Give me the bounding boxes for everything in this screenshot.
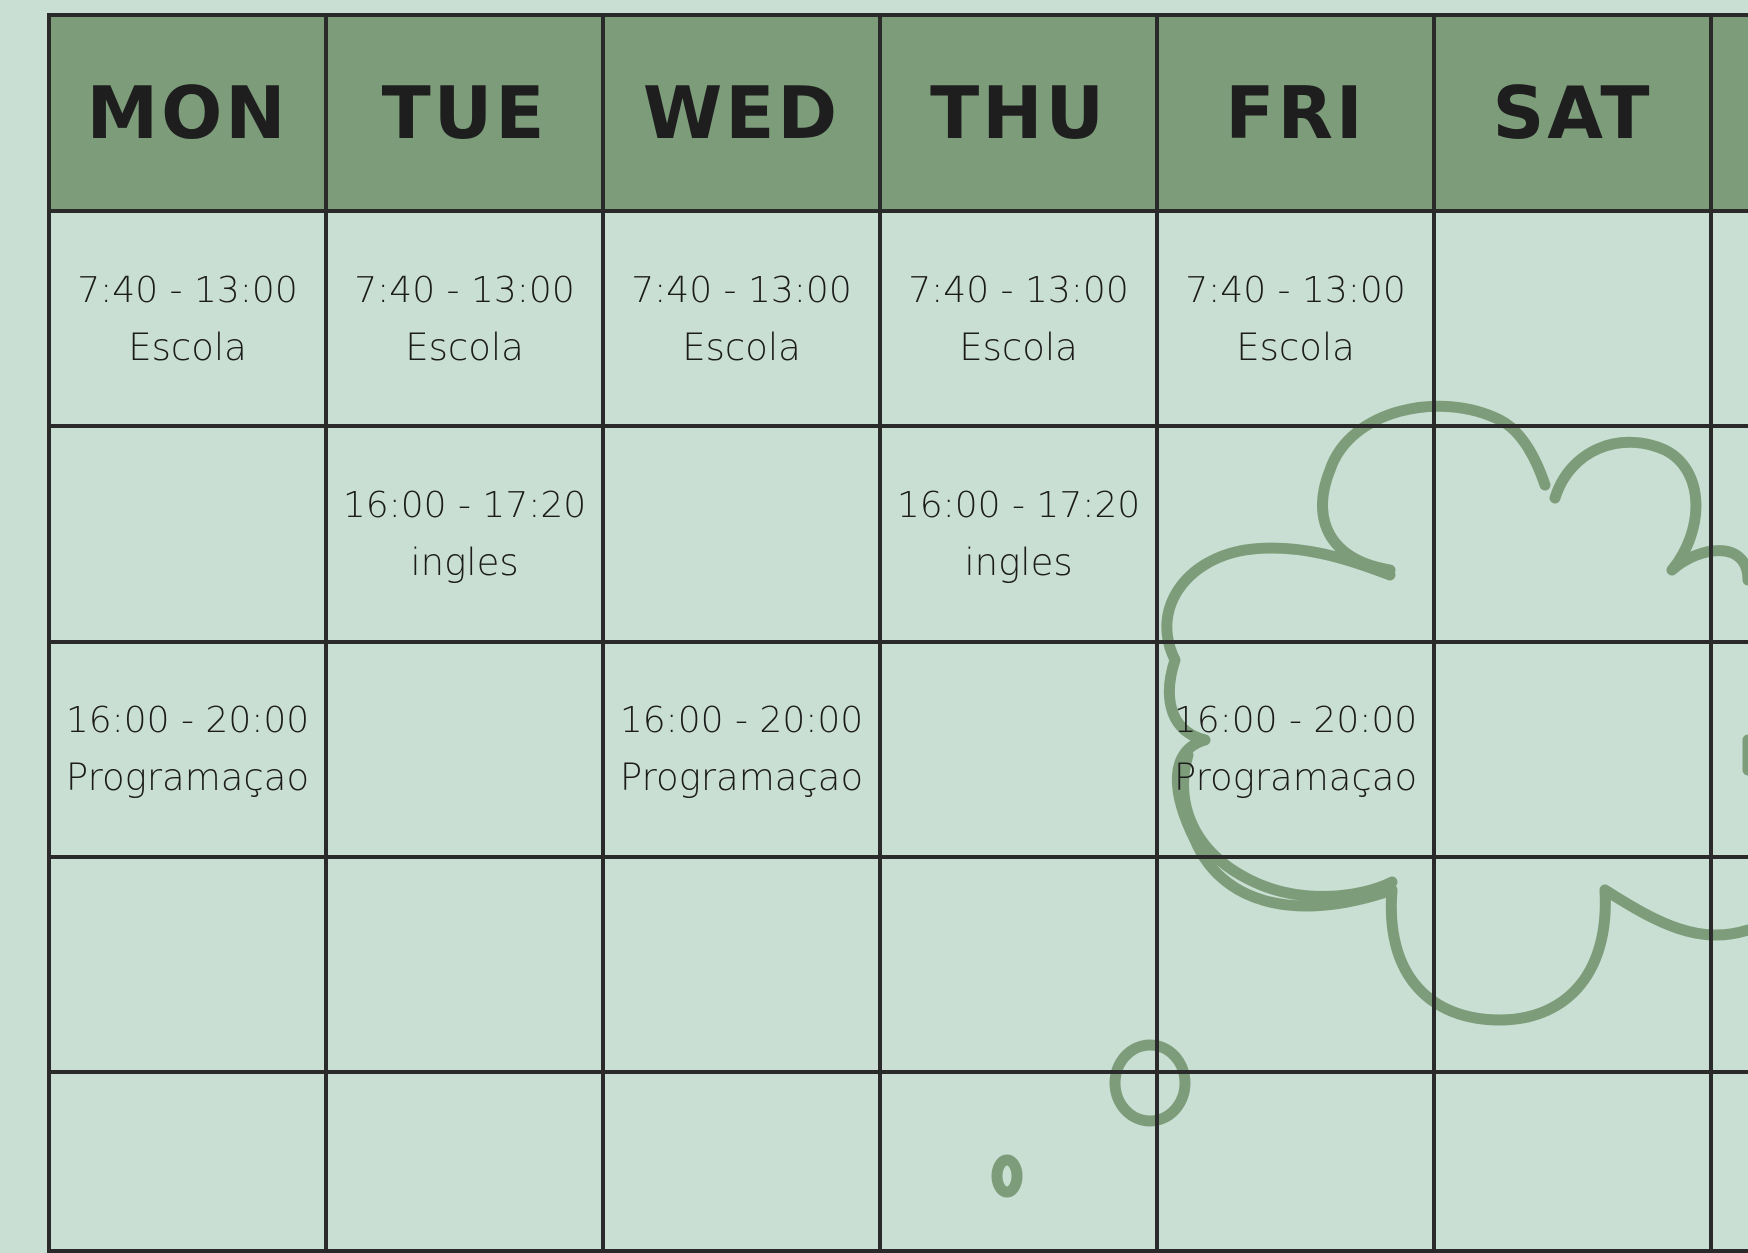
day-header-tue: TUE	[324, 13, 605, 213]
calendar-cell-overflow	[1709, 1070, 1748, 1253]
calendar-cell-sat[interactable]	[1432, 1070, 1713, 1253]
calendar-cell-sat[interactable]	[1432, 208, 1713, 429]
calendar-row: 16:00 - 20:00 Programaçao 16:00 - 20:00 Pro…	[47, 639, 1748, 859]
calendar-cell-thu[interactable]	[878, 854, 1159, 1075]
event-name: Escola	[128, 325, 247, 369]
calendar-cell-mon[interactable]	[47, 854, 328, 1075]
calendar-cell-overflow	[1709, 208, 1748, 429]
calendar-cell-fri[interactable]: 7:40 - 13:00 Escola	[1155, 208, 1436, 429]
event-name: Programaçao	[65, 756, 310, 800]
event-name: Programaçao	[619, 756, 864, 800]
calendar-cell-mon[interactable]: 7:40 - 13:00 Escola	[47, 208, 328, 429]
calendar-cell-overflow	[1709, 854, 1748, 1075]
event-time: 16:00 - 20:00	[1173, 700, 1418, 742]
calendar-cell-mon[interactable]	[47, 424, 328, 644]
calendar-cell-fri[interactable]	[1155, 424, 1436, 644]
calendar-cell-fri[interactable]	[1155, 1070, 1436, 1253]
calendar-cell-overflow	[1709, 424, 1748, 644]
calendar-cell-thu[interactable]	[878, 1070, 1159, 1253]
calendar-row: 7:40 - 13:00 Escola 7:40 - 13:00 Escola 7:40…	[47, 208, 1748, 429]
calendar-row	[47, 1070, 1748, 1253]
day-header-sat: SAT	[1432, 13, 1713, 213]
calendar-cell-mon[interactable]	[47, 1070, 328, 1253]
event-time: 7:40 - 13:00	[354, 269, 575, 311]
event-time: 16:00 - 20:00	[65, 700, 310, 742]
weekly-calendar: MON TUE WED THU FRI SAT 7:40 - 13:00 Esco…	[47, 13, 1748, 1253]
calendar-cell-sat[interactable]	[1432, 639, 1713, 859]
calendar-cell-wed[interactable]: 7:40 - 13:00 Escola	[601, 208, 882, 429]
event-name: Programaçao	[1173, 756, 1418, 800]
calendar-cell-tue[interactable]	[324, 639, 605, 859]
day-header-row: MON TUE WED THU FRI SAT	[47, 13, 1748, 213]
event-name: Escola	[682, 325, 801, 369]
day-header-wed: WED	[601, 13, 882, 213]
event-time: 7:40 - 13:00	[77, 269, 298, 311]
calendar-cell-wed[interactable]	[601, 424, 882, 644]
calendar-cell-tue[interactable]	[324, 1070, 605, 1253]
calendar-cell-fri[interactable]	[1155, 854, 1436, 1075]
event-name: Escola	[959, 325, 1078, 369]
event-name: ingles	[964, 540, 1073, 584]
calendar-cell-fri[interactable]: 16:00 - 20:00 Programaçao	[1155, 639, 1436, 859]
calendar-cell-wed[interactable]	[601, 854, 882, 1075]
calendar-cell-tue[interactable]: 16:00 - 17:20 ingles	[324, 424, 605, 644]
calendar-cell-tue[interactable]: 7:40 - 13:00 Escola	[324, 208, 605, 429]
day-header-overflow	[1709, 13, 1748, 213]
calendar-cell-wed[interactable]: 16:00 - 20:00 Programaçao	[601, 639, 882, 859]
calendar-cell-tue[interactable]	[324, 854, 605, 1075]
day-header-mon: MON	[47, 13, 328, 213]
calendar-cell-thu[interactable]: 16:00 - 17:20 ingles	[878, 424, 1159, 644]
calendar-row	[47, 854, 1748, 1075]
event-time: 16:00 - 20:00	[619, 700, 864, 742]
event-time: 16:00 - 17:20	[896, 484, 1141, 526]
calendar-row: 16:00 - 17:20 ingles 16:00 - 17:20 ingles	[47, 424, 1748, 644]
day-header-thu: THU	[878, 13, 1159, 213]
event-time: 7:40 - 13:00	[1185, 269, 1406, 311]
event-time: 7:40 - 13:00	[908, 269, 1129, 311]
event-time: 7:40 - 13:00	[631, 269, 852, 311]
calendar-cell-thu[interactable]: 7:40 - 13:00 Escola	[878, 208, 1159, 429]
event-name: ingles	[410, 540, 519, 584]
day-header-fri: FRI	[1155, 13, 1436, 213]
event-time: 16:00 - 17:20	[342, 484, 587, 526]
calendar-cell-overflow	[1709, 639, 1748, 859]
calendar-cell-thu[interactable]	[878, 639, 1159, 859]
event-name: Escola	[405, 325, 524, 369]
calendar-cell-sat[interactable]	[1432, 424, 1713, 644]
event-name: Escola	[1236, 325, 1355, 369]
calendar-cell-sat[interactable]	[1432, 854, 1713, 1075]
calendar-cell-wed[interactable]	[601, 1070, 882, 1253]
calendar-cell-mon[interactable]: 16:00 - 20:00 Programaçao	[47, 639, 328, 859]
